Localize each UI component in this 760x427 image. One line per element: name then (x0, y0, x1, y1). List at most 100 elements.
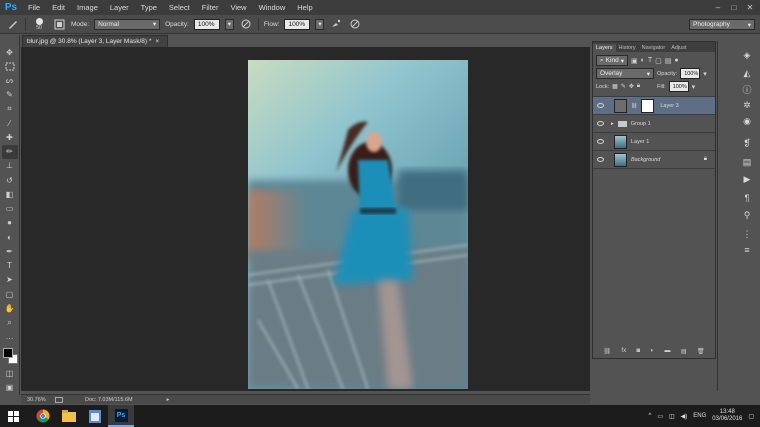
foreground-color-swatch[interactable] (2, 347, 13, 358)
lock-all-icon[interactable]: 🔒︎ (637, 83, 640, 90)
move-tool-icon[interactable]: ✥ (2, 45, 18, 59)
filter-shape-icon[interactable]: ▢ (655, 57, 662, 65)
menu-file[interactable]: File (22, 3, 46, 12)
lock-position-icon[interactable]: ✥ (629, 83, 634, 90)
close-tab-icon[interactable]: × (155, 38, 159, 45)
close-window-button[interactable]: ✕ (742, 3, 758, 12)
zoom-tool-icon[interactable]: ⌕ (2, 315, 18, 329)
filter-type-icon[interactable]: T (648, 57, 652, 64)
screen-mode-icon[interactable]: ▣ (2, 381, 18, 395)
blur-tool-icon[interactable]: ● (2, 216, 18, 230)
healing-brush-tool-icon[interactable]: ✚ (2, 130, 18, 144)
app-window-icon[interactable] (82, 405, 108, 427)
more-tools-icon[interactable]: … (2, 330, 18, 344)
channels-icon[interactable]: ≡ (740, 244, 754, 256)
volume-icon[interactable]: ◀) (681, 413, 688, 420)
airbrush-icon[interactable] (329, 17, 343, 31)
layer-opacity-field[interactable]: 100% (680, 68, 701, 79)
network-icon[interactable]: ◫ (669, 413, 675, 420)
notifications-icon[interactable]: ▢ (748, 413, 754, 420)
layer-row[interactable]: Layer 1 (593, 133, 715, 151)
minimize-button[interactable]: – (710, 3, 726, 12)
settings-gear-icon[interactable]: ✲ (740, 99, 754, 111)
adjustment-layer-icon[interactable]: ◐ (650, 348, 654, 354)
delete-layer-icon[interactable]: 🗑︎ (697, 348, 705, 355)
dodge-tool-icon[interactable]: ◐ (2, 230, 18, 244)
quick-mask-icon[interactable]: ◫ (2, 367, 18, 381)
expand-arrow-icon[interactable]: ▸ (611, 121, 614, 127)
layer-row[interactable]: Background 🔒︎ (593, 151, 715, 169)
language-indicator[interactable]: ENG (693, 413, 706, 419)
eraser-tool-icon[interactable]: ◧ (2, 187, 18, 201)
status-info-icon[interactable] (55, 396, 63, 403)
visibility-eye-icon[interactable] (597, 103, 604, 108)
mode-select[interactable]: Normal ▾ (94, 18, 161, 30)
lasso-tool-icon[interactable]: ᔕ (2, 73, 18, 87)
history-panel-icon[interactable]: ▤ (740, 156, 754, 168)
info-icon[interactable]: ⓘ (740, 83, 754, 95)
lock-transparent-icon[interactable]: ▦ (612, 83, 618, 90)
flow-field[interactable]: 100% (284, 18, 311, 30)
zoom-level[interactable]: 30.76% (27, 397, 53, 403)
tab-history[interactable]: History (616, 44, 639, 52)
kind-filter-select[interactable]: ⌕ Kind ▾ (596, 55, 628, 66)
paragraph-panel-icon[interactable]: ¶ (740, 192, 754, 204)
menu-select[interactable]: Select (163, 3, 196, 12)
adjustments-icon[interactable]: ◭ (740, 67, 754, 79)
history-brush-tool-icon[interactable]: ↺ (2, 173, 18, 187)
eyedropper-tool-icon[interactable]: ⁄ (2, 116, 18, 130)
photoshop-taskbar-icon[interactable]: Ps (108, 405, 134, 427)
link-icon[interactable]: ⛓ (631, 103, 637, 109)
menu-help[interactable]: Help (291, 3, 318, 12)
tab-layers[interactable]: Layers (593, 44, 616, 52)
menu-edit[interactable]: Edit (46, 3, 71, 12)
document-image[interactable] (248, 60, 468, 389)
tab-adjust[interactable]: Adjust (668, 44, 689, 52)
link-layers-icon[interactable]: ⛓ (603, 348, 611, 355)
maximize-button[interactable]: □ (726, 3, 742, 12)
color-wheel-icon[interactable]: ◉ (740, 115, 754, 127)
blend-mode-select[interactable]: Overlay ▾ (596, 68, 654, 79)
filter-adjustment-icon[interactable]: ◐ (641, 57, 645, 64)
menu-view[interactable]: View (224, 3, 252, 12)
hand-tool-icon[interactable]: ✋ (2, 301, 18, 315)
brush-panel-icon[interactable]: ❡ (740, 137, 754, 149)
visibility-eye-icon[interactable] (597, 157, 604, 162)
menu-window[interactable]: Window (253, 3, 292, 12)
layers-panel-icon[interactable]: ◈ (740, 49, 754, 61)
document-tab[interactable]: blur.jpg @ 30.8% (Layer 3, Layer Mask/8)… (22, 35, 168, 47)
chevron-down-icon[interactable]: ▾ (692, 83, 696, 91)
visibility-eye-icon[interactable] (597, 139, 604, 144)
start-windows-icon[interactable] (0, 405, 26, 427)
add-mask-icon[interactable]: ◙ (636, 348, 640, 354)
menu-image[interactable]: Image (71, 3, 104, 12)
actions-play-icon[interactable]: ▶ (740, 173, 754, 185)
filter-pixel-icon[interactable]: ▣ (631, 57, 638, 65)
brush-tool-icon[interactable]: ✏ (1, 144, 18, 159)
clone-source-icon[interactable]: ⚲ (740, 209, 754, 221)
opacity-field[interactable]: 100% (193, 18, 220, 30)
tab-navigator[interactable]: Navigator (639, 44, 669, 52)
new-group-icon[interactable]: ▬ (665, 348, 671, 354)
quick-select-tool-icon[interactable]: ✎ (2, 88, 18, 102)
pen-tool-icon[interactable]: ✒ (2, 244, 18, 258)
layer-style-icon[interactable]: fx (621, 348, 626, 354)
brush-panel-toggle-icon[interactable] (52, 17, 66, 31)
menu-layer[interactable]: Layer (104, 3, 135, 12)
crop-tool-icon[interactable]: ⌗ (2, 102, 18, 116)
shape-tool-icon[interactable]: ▢ (2, 287, 18, 301)
clock[interactable]: 13:48 03/06/2016 (712, 409, 742, 423)
type-tool-icon[interactable]: T (2, 259, 18, 273)
color-swatches[interactable] (2, 347, 18, 367)
menu-filter[interactable]: Filter (196, 3, 225, 12)
brush-preset-picker[interactable]: 50 (31, 17, 47, 31)
properties-icon[interactable]: ⋮ (740, 228, 754, 240)
layer-mask-thumbnail[interactable] (641, 98, 655, 113)
fill-field[interactable]: 100% (668, 81, 689, 92)
clone-stamp-tool-icon[interactable]: ⊥ (2, 159, 18, 173)
file-explorer-icon[interactable] (56, 405, 82, 427)
filter-smart-object-icon[interactable]: ▤ (665, 57, 672, 65)
tray-expand-chevron-icon[interactable]: ^ (648, 413, 651, 419)
layer-row[interactable]: ⛓ Layer 3 (593, 97, 715, 115)
layer-row[interactable]: ▸ Group 1 (593, 115, 715, 133)
